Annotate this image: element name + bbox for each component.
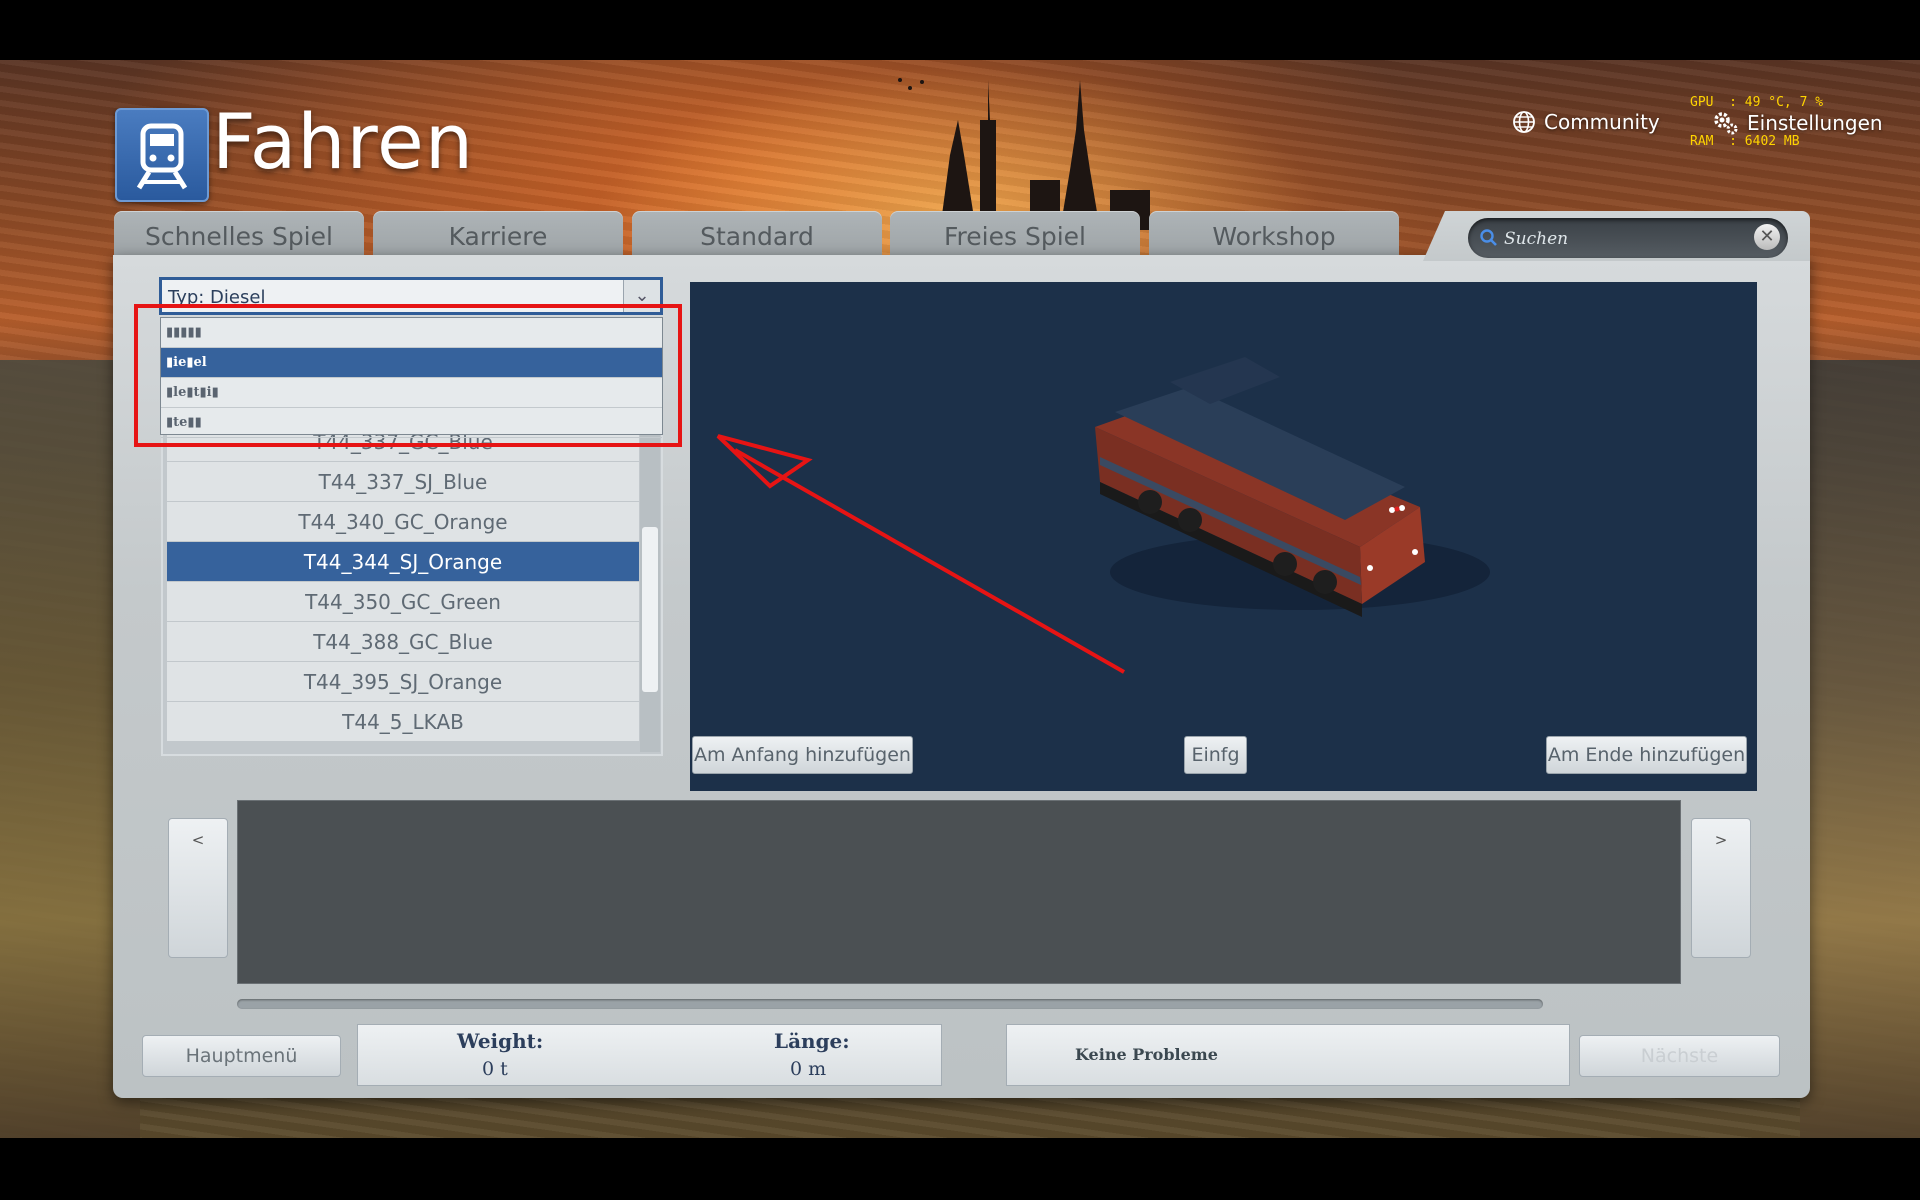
annotation-arrow-icon bbox=[716, 434, 1125, 674]
dropdown-option[interactable]: ▮le▮t▮i▮ bbox=[161, 378, 662, 408]
dropdown-option[interactable]: ▮te▮▮ bbox=[161, 408, 662, 438]
dropdown-option[interactable]: ▮▮▮▮▮ bbox=[161, 318, 662, 348]
type-filter-dropdown: ▮▮▮▮▮ ▮ie▮el ▮le▮t▮i▮ ▮te▮▮ bbox=[160, 317, 663, 438]
dropdown-option-selected[interactable]: ▮ie▮el bbox=[161, 348, 662, 378]
